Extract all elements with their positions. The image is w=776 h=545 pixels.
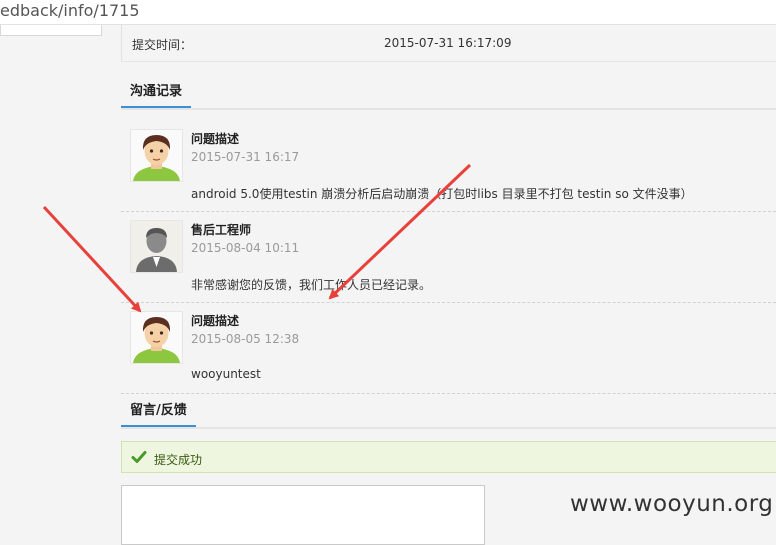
submit-time-row: 提交时间： 2015-07-31 16:17:09 <box>121 25 776 62</box>
feedback-textarea[interactable] <box>121 485 485 545</box>
entry-text: android 5.0使用testin 崩溃分析后启动崩溃（打包时libs 目录… <box>191 187 693 201</box>
communication-title: 沟通记录 <box>121 77 192 108</box>
entry-author: 问题描述 <box>191 132 240 146</box>
success-text: 提交成功 <box>154 453 203 467</box>
main-panel: 提交时间： 2015-07-31 16:17:09 沟通记录 问题描述 2015… <box>121 25 776 545</box>
submit-time-label: 提交时间： <box>132 38 193 52</box>
communication-entry: 问题描述 2015-08-05 12:38 wooyuntest <box>121 302 776 394</box>
user-avatar-icon <box>130 129 183 182</box>
entry-text: wooyuntest <box>191 367 261 381</box>
entry-author: 问题描述 <box>191 314 240 328</box>
entry-time: 2015-08-04 10:11 <box>191 241 300 255</box>
communication-section-header: 沟通记录 <box>121 77 776 110</box>
entry-time: 2015-08-05 12:38 <box>191 332 300 346</box>
default-avatar-icon <box>130 220 183 273</box>
feedback-section-header: 留言/反馈 <box>121 396 776 429</box>
sidebar-panel <box>0 25 102 36</box>
watermark-text: www.wooyun.org <box>570 491 774 517</box>
feedback-title: 留言/反馈 <box>121 396 196 427</box>
communication-entry: 售后工程师 2015-08-04 10:11 非常感谢您的反馈，我们工作人员已经… <box>121 211 776 303</box>
entry-text: 非常感谢您的反馈，我们工作人员已经记录。 <box>191 278 432 292</box>
check-icon <box>131 451 147 463</box>
url-text[interactable]: edback/info/1715 <box>0 1 140 20</box>
entry-author: 售后工程师 <box>191 223 252 237</box>
address-bar[interactable]: edback/info/1715 <box>0 0 776 25</box>
communication-entry: 问题描述 2015-07-31 16:17 android 5.0使用testi… <box>121 120 776 212</box>
submit-time-value: 2015-07-31 16:17:09 <box>384 36 512 50</box>
success-alert: 提交成功 <box>121 441 776 473</box>
entry-time: 2015-07-31 16:17 <box>191 150 300 164</box>
user-avatar-icon <box>130 311 183 364</box>
